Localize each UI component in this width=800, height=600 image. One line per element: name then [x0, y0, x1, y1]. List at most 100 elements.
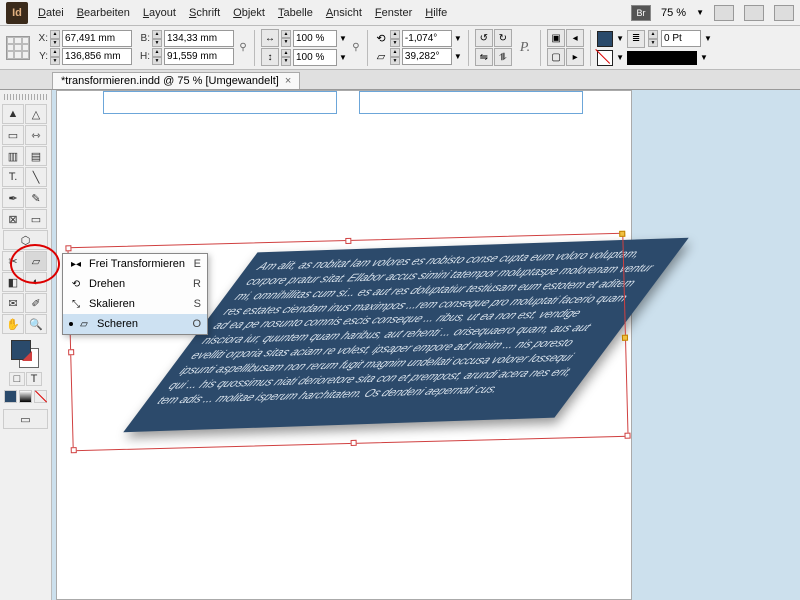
- pen-tool-icon[interactable]: ✒: [2, 188, 24, 208]
- flip-h-icon[interactable]: ⇋: [475, 48, 493, 66]
- gradient-swatch-tool-icon[interactable]: ◧: [2, 272, 24, 292]
- h-label: H:: [136, 51, 150, 62]
- app-logo-icon: Id: [6, 2, 28, 24]
- select-container-icon[interactable]: ▣: [547, 29, 565, 47]
- line-tool-icon[interactable]: ╲: [25, 167, 47, 187]
- arrange-icon[interactable]: [744, 5, 764, 21]
- w-spinner[interactable]: ▲▼: [152, 30, 162, 47]
- char-style-indicator: P.: [520, 40, 530, 56]
- flyout-shortcut: S: [194, 298, 201, 310]
- y-field[interactable]: 136,856 mm: [62, 48, 132, 65]
- zoom-chevron-icon[interactable]: ▼: [696, 8, 704, 17]
- note-tool-icon[interactable]: ✉: [2, 293, 24, 313]
- menu-datei[interactable]: DDateiatei: [38, 7, 64, 19]
- screen-mode-icon[interactable]: [714, 5, 734, 21]
- select-content-icon[interactable]: ▢: [547, 48, 565, 66]
- menu-tabelle[interactable]: Tabelle: [278, 7, 313, 19]
- rect-frame-tool-icon[interactable]: ⊠: [2, 209, 24, 229]
- menu-ansicht[interactable]: Ansicht: [326, 7, 362, 19]
- fill-chevron-icon[interactable]: ▼: [616, 34, 624, 43]
- y-spinner[interactable]: ▲▼: [50, 48, 60, 65]
- content-collector-icon[interactable]: ▥: [2, 146, 24, 166]
- apply-gradient-icon[interactable]: [19, 390, 32, 403]
- stroke-style[interactable]: [627, 51, 697, 65]
- zoom-tool-icon[interactable]: 🔍: [25, 314, 47, 334]
- search-icon[interactable]: [774, 5, 794, 21]
- w-label: B:: [136, 33, 150, 44]
- flyout-label: Scheren: [97, 318, 138, 330]
- menu-bearbeiten[interactable]: Bearbeiten: [77, 7, 130, 19]
- polygon-tool-icon[interactable]: ⬡: [3, 230, 48, 250]
- fill-stroke-swatch[interactable]: [11, 340, 41, 370]
- stroke-weight-icon: ≣: [627, 30, 645, 48]
- stroke-weight-field[interactable]: 0 Pt: [661, 30, 701, 47]
- formatting-container-icon[interactable]: □: [9, 372, 25, 386]
- menu-objekt[interactable]: Objekt: [233, 7, 265, 19]
- menu-hilfe[interactable]: Hilfe: [425, 7, 447, 19]
- stroke-chevron-icon[interactable]: ▼: [616, 53, 624, 62]
- scale-y-icon: ↕: [261, 48, 279, 66]
- hand-tool-icon[interactable]: ✋: [2, 314, 24, 334]
- shear-field[interactable]: 39,282°: [402, 48, 452, 65]
- h-spinner[interactable]: ▲▼: [152, 48, 162, 65]
- apply-color-icon[interactable]: [4, 390, 17, 403]
- work-area[interactable]: Am alit, as nobitat lam volores es nobis…: [52, 90, 800, 600]
- zoom-level[interactable]: 75 %: [661, 7, 686, 19]
- pencil-tool-icon[interactable]: ✎: [25, 188, 47, 208]
- content-placer-icon[interactable]: ▤: [25, 146, 47, 166]
- rect-tool-icon[interactable]: ▭: [25, 209, 47, 229]
- flyout-rotate[interactable]: ⟲DrehenR: [63, 274, 207, 294]
- bridge-icon[interactable]: Br: [631, 5, 651, 21]
- reference-point-grid[interactable]: [6, 36, 30, 60]
- view-mode-icon[interactable]: ▭: [3, 409, 48, 429]
- flyout-free-transform[interactable]: ▸◂Frei TransformierenE: [63, 254, 207, 274]
- select-next-icon[interactable]: ▸: [566, 48, 584, 66]
- link-wh-icon[interactable]: ⚲: [238, 31, 248, 65]
- guide-frame[interactable]: [359, 91, 583, 114]
- gap-tool-icon[interactable]: ⇿: [25, 125, 47, 145]
- menu-fenster[interactable]: Fenster: [375, 7, 412, 19]
- select-prev-icon[interactable]: ◂: [566, 29, 584, 47]
- rotate-cw-icon[interactable]: ↻: [494, 29, 512, 47]
- tab-close-icon[interactable]: ×: [285, 75, 291, 87]
- direct-selection-tool-icon[interactable]: △: [25, 104, 47, 124]
- x-spinner[interactable]: ▲▼: [50, 30, 60, 47]
- rotate-ccw-icon[interactable]: ↺: [475, 29, 493, 47]
- document-tab[interactable]: *transformieren.indd @ 75 % [Umgewandelt…: [52, 72, 300, 89]
- menu-layout[interactable]: Layout: [143, 7, 176, 19]
- shear-spinner[interactable]: ▲▼: [390, 48, 400, 65]
- free-transform-tool-icon[interactable]: ▱: [25, 251, 47, 271]
- panel-grip-icon[interactable]: [4, 94, 47, 100]
- stroke-spinner[interactable]: ▲▼: [648, 30, 658, 47]
- scissors-tool-icon[interactable]: ✂: [2, 251, 24, 271]
- guide-frame[interactable]: [103, 91, 337, 114]
- x-field[interactable]: 67,491 mm: [62, 30, 132, 47]
- flyout-shortcut: E: [194, 258, 201, 270]
- flyout-shear[interactable]: ▱ScherenO: [63, 314, 207, 334]
- eyedropper-tool-icon[interactable]: ✐: [25, 293, 47, 313]
- document-tabs: *transformieren.indd @ 75 % [Umgewandelt…: [0, 70, 800, 90]
- fill-swatch[interactable]: [597, 31, 613, 47]
- flyout-scale[interactable]: ⤡SkalierenS: [63, 294, 207, 314]
- type-tool-icon[interactable]: T.: [2, 167, 24, 187]
- sy-spinner[interactable]: ▲▼: [281, 49, 291, 66]
- flyout-label: Drehen: [89, 278, 125, 290]
- gradient-feather-tool-icon[interactable]: ◐: [25, 272, 47, 292]
- rotate-field[interactable]: -1,074°: [402, 30, 452, 47]
- formatting-text-icon[interactable]: T: [26, 372, 42, 386]
- rot-spinner[interactable]: ▲▼: [390, 30, 400, 47]
- stroke-swatch[interactable]: [597, 50, 613, 66]
- flip-v-icon[interactable]: ⥮: [494, 48, 512, 66]
- menu-schrift[interactable]: Schrift: [189, 7, 220, 19]
- scale-y-field[interactable]: 100 %: [293, 49, 337, 66]
- shear-menu-icon: ▱: [77, 317, 91, 331]
- page[interactable]: [56, 90, 632, 600]
- apply-none-icon[interactable]: [34, 390, 47, 403]
- sx-spinner[interactable]: ▲▼: [281, 30, 291, 47]
- selection-tool-icon[interactable]: ▲: [2, 104, 24, 124]
- link-scale-icon[interactable]: ⚲: [351, 31, 361, 65]
- h-field[interactable]: 91,559 mm: [164, 48, 234, 65]
- page-tool-icon[interactable]: ▭: [2, 125, 24, 145]
- w-field[interactable]: 134,33 mm: [164, 30, 234, 47]
- scale-x-field[interactable]: 100 %: [293, 30, 337, 47]
